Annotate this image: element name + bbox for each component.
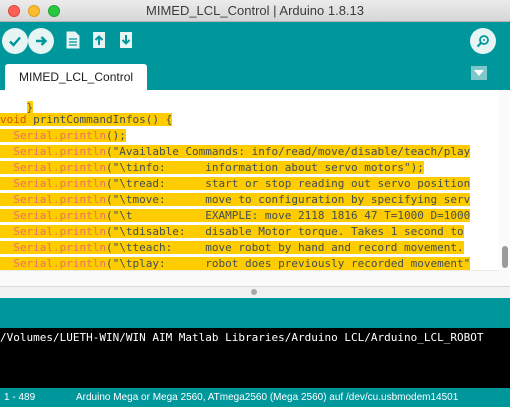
open-arrow-up-icon bbox=[93, 32, 105, 48]
code-line: Serial.println("Available Commands: info… bbox=[0, 145, 471, 158]
new-file-icon bbox=[66, 31, 80, 49]
code-line: void printCommandInfos() { bbox=[0, 112, 173, 128]
tab-menu-button[interactable] bbox=[471, 66, 487, 80]
magnifier-icon bbox=[476, 35, 489, 48]
editor-scroll-thumb[interactable] bbox=[502, 246, 508, 268]
toolbar bbox=[0, 22, 510, 60]
keyword-void: void bbox=[0, 113, 27, 126]
console-horizontal-scrollbar[interactable] bbox=[0, 365, 510, 377]
status-footer: 1 - 489 Arduino Mega or Mega 2560, ATmeg… bbox=[0, 388, 510, 407]
code-line: Serial.println("\tdisable: disable Motor… bbox=[0, 225, 464, 238]
open-sketch-button[interactable] bbox=[89, 28, 109, 52]
title-bar: MIMED_LCL_Control | Arduino 1.8.13 bbox=[0, 0, 510, 22]
tab-bar: MIMED_LCL_Control bbox=[0, 60, 510, 90]
verify-button[interactable] bbox=[2, 28, 28, 54]
code-line: Serial.println("\tread: start or stop re… bbox=[0, 177, 471, 190]
code-line: Serial.println("\tinfo: information abou… bbox=[0, 161, 424, 174]
save-sketch-button[interactable] bbox=[116, 28, 136, 52]
code-line: Serial.println("\tmove: move to configur… bbox=[0, 193, 471, 206]
check-icon bbox=[9, 36, 21, 47]
window-title: MIMED_LCL_Control | Arduino 1.8.13 bbox=[146, 3, 364, 18]
console-output[interactable]: /Volumes/LUETH-WIN/WIN AIM Matlab Librar… bbox=[0, 328, 510, 388]
new-sketch-button[interactable] bbox=[63, 28, 83, 52]
code-line: } bbox=[0, 90, 34, 114]
message-area bbox=[0, 298, 510, 328]
save-arrow-down-icon bbox=[120, 32, 132, 48]
code-line: Serial.println(); bbox=[0, 129, 126, 142]
console-line: /Volumes/LUETH-WIN/WIN AIM Matlab Librar… bbox=[0, 331, 484, 344]
function-signature: printCommandInfos() { bbox=[26, 113, 173, 126]
arrow-right-icon bbox=[36, 36, 48, 46]
board-info: Arduino Mega or Mega 2560, ATmega2560 (M… bbox=[76, 392, 459, 403]
divider-handle[interactable] bbox=[251, 289, 257, 295]
serial-monitor-button[interactable] bbox=[470, 28, 496, 54]
upload-button[interactable] bbox=[28, 28, 54, 54]
editor-horizontal-scrollbar[interactable] bbox=[0, 270, 499, 286]
code-editor[interactable]: } void printCommandInfos() { Serial.prin… bbox=[0, 90, 510, 286]
tab-mimed-lcl-control[interactable]: MIMED_LCL_Control bbox=[5, 64, 147, 90]
code-line: Serial.println("\tteach: move robot by h… bbox=[0, 241, 464, 254]
triangle-down-icon bbox=[474, 70, 484, 76]
code-line: Serial.println("\t EXAMPLE: move 2118 18… bbox=[0, 209, 471, 222]
line-range: 1 - 489 bbox=[4, 392, 36, 403]
